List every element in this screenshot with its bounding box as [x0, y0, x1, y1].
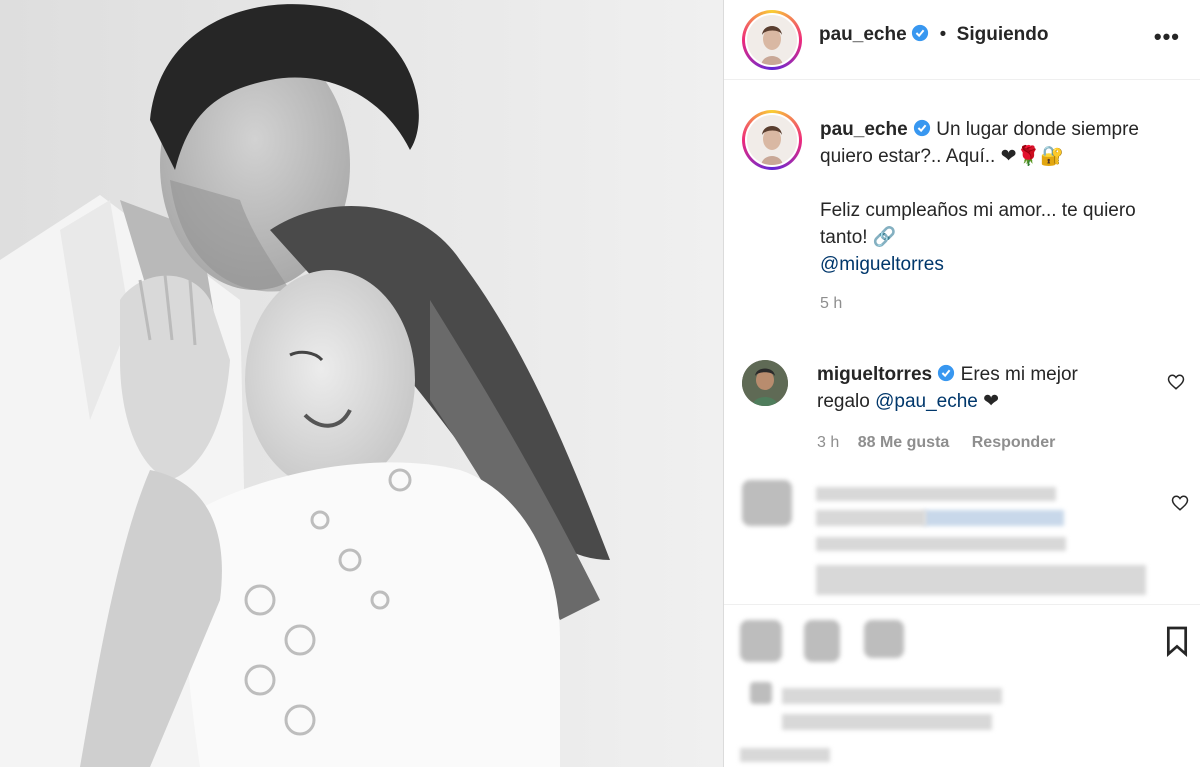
- comment-reply-button[interactable]: Responder: [972, 434, 1056, 451]
- caption-avatar[interactable]: [742, 110, 802, 170]
- like-comment-heart-icon[interactable]: [1167, 373, 1185, 391]
- comment-timestamp[interactable]: 3 h: [817, 434, 839, 451]
- caption-line-4: tanto! 🔗: [820, 227, 897, 248]
- comment: migueltorres Eres mi mejor regalo @pau_e…: [817, 361, 1157, 415]
- caption-line-2: quiero estar?.. Aquí.. ❤🌹🔐: [820, 146, 1064, 167]
- blurred-avatar: [742, 480, 792, 526]
- caption-timestamp[interactable]: 5 h: [820, 295, 842, 313]
- comment-icon[interactable]: [804, 620, 840, 662]
- comment-line-2-prefix: regalo: [817, 391, 876, 412]
- verified-badge-icon: [912, 24, 929, 42]
- caption-username[interactable]: pau_eche: [820, 119, 908, 140]
- header-separator: •: [939, 24, 947, 45]
- bookmark-icon[interactable]: [1164, 624, 1190, 658]
- like-icon[interactable]: [740, 620, 782, 662]
- profile-photo-icon: [747, 115, 797, 165]
- blurred-text: [924, 510, 1064, 526]
- blurred-avatar: [750, 682, 772, 704]
- caption-line-3: Feliz cumpleaños mi amor... te quiero: [820, 200, 1136, 221]
- blurred-text: [740, 748, 830, 762]
- blurred-text: [816, 565, 1146, 595]
- verified-badge-icon: [938, 364, 955, 382]
- post-photo[interactable]: [0, 0, 723, 767]
- couple-photo: [0, 0, 723, 767]
- blurred-text: [816, 510, 926, 526]
- comment-line-2-suffix: ❤: [977, 391, 1000, 412]
- caption: pau_eche Un lugar donde siempre quiero e…: [820, 116, 1180, 278]
- post-header: pau_eche • Siguiendo •••: [724, 0, 1200, 80]
- caption-line-1: Un lugar donde siempre: [936, 119, 1140, 140]
- ellipsis-icon[interactable]: •••: [1154, 24, 1180, 50]
- profile-photo-icon: [747, 15, 797, 65]
- comment-username[interactable]: migueltorres: [817, 364, 932, 385]
- profile-photo-icon: [742, 360, 788, 406]
- caption-mention-link[interactable]: @migueltorres: [820, 251, 1180, 278]
- commenter-avatar[interactable]: [742, 360, 788, 406]
- post-side-panel: pau_eche • Siguiendo ••• pau_eche Un lug…: [723, 0, 1200, 767]
- share-icon[interactable]: [864, 620, 904, 658]
- comment-meta: 3 h 88 Me gusta Responder: [817, 434, 1055, 452]
- comment-likes-count[interactable]: 88 Me gusta: [858, 434, 950, 451]
- comment-line-1: Eres mi mejor: [960, 364, 1078, 385]
- author-avatar[interactable]: [742, 10, 802, 70]
- like-comment-heart-icon[interactable]: [1171, 494, 1189, 512]
- following-button[interactable]: Siguiendo: [957, 24, 1049, 45]
- blurred-text: [782, 688, 1002, 704]
- comment-mention-link[interactable]: @pau_eche: [875, 391, 978, 412]
- header-username[interactable]: pau_eche: [819, 24, 907, 45]
- blurred-text: [816, 537, 1066, 551]
- divider: [724, 604, 1200, 605]
- blurred-text: [782, 714, 992, 730]
- verified-badge-icon: [913, 119, 931, 137]
- blurred-text: [816, 487, 1056, 501]
